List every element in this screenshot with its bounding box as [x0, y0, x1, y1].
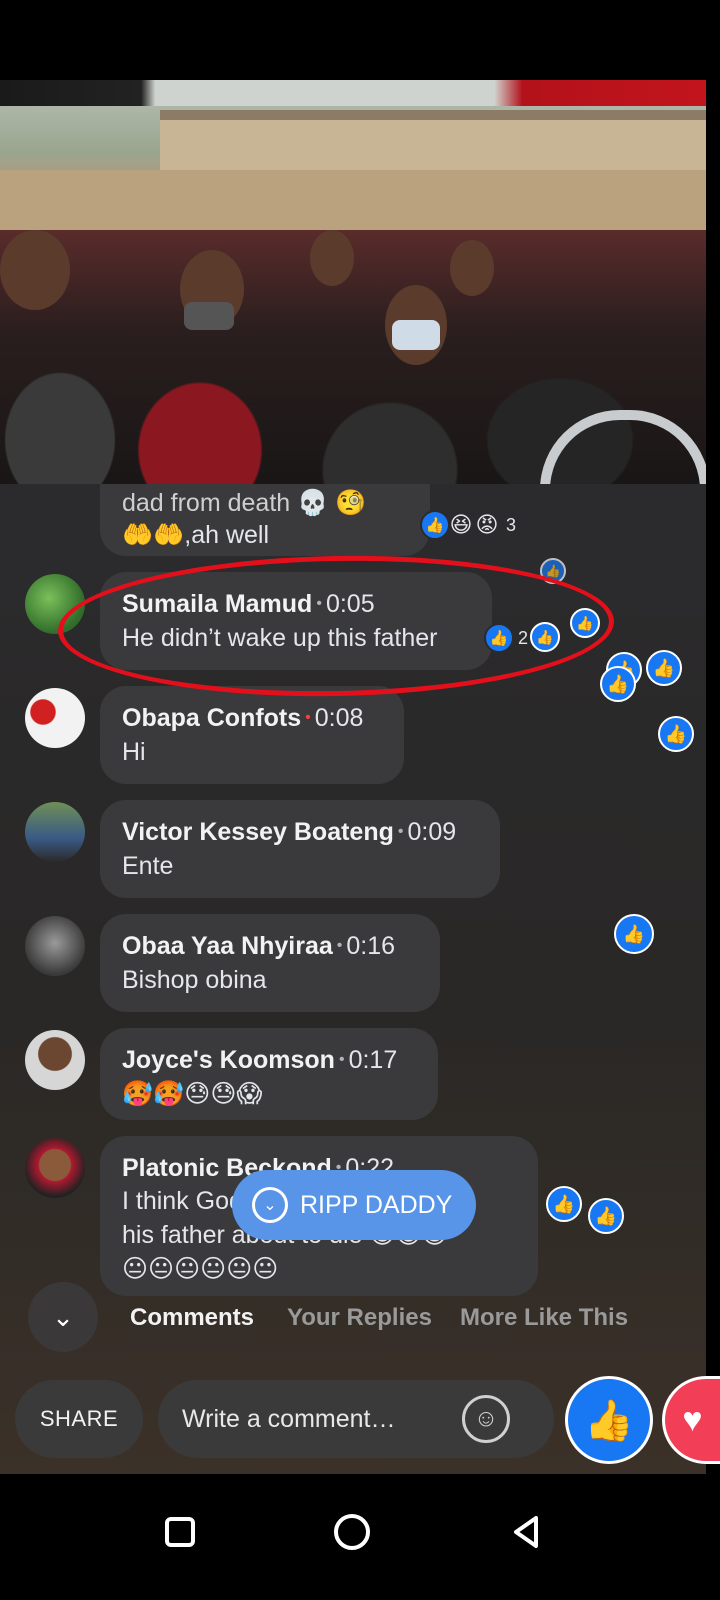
- comment-text: dad from death 💀 🧐: [122, 489, 367, 517]
- avatar[interactable]: [25, 802, 85, 862]
- reaction-summary[interactable]: 👍 2: [484, 622, 528, 654]
- floating-like-icon: 👍: [588, 1198, 624, 1234]
- comment-text: Hi: [122, 738, 146, 766]
- chevron-down-icon: ⌄: [52, 1301, 74, 1332]
- separator-dot: •: [316, 595, 322, 612]
- separator-dot: •: [338, 1051, 345, 1068]
- recents-icon[interactable]: [150, 1502, 210, 1562]
- floating-like-icon: 👍: [546, 1186, 582, 1222]
- separator-dot: •: [305, 709, 311, 726]
- face-mask: [392, 320, 440, 350]
- avatar[interactable]: [25, 1138, 85, 1198]
- comment-bubble[interactable]: Joyce's Koomson • 0:17 🥵🥵😓😓😱: [100, 1028, 438, 1120]
- bottom-action-bar: SHARE ☺ 👍: [0, 1376, 706, 1464]
- floating-like-icon: 👍: [614, 914, 654, 954]
- tab-more-like-this[interactable]: More Like This: [460, 1304, 628, 1332]
- comment-bubble[interactable]: Victor Kessey Boateng • 0:09 Ente: [100, 800, 500, 898]
- person-head: [450, 240, 494, 296]
- comment-author[interactable]: Victor Kessey Boateng: [122, 818, 394, 846]
- avatar[interactable]: [25, 574, 85, 634]
- pill-label: RIPP DADDY: [300, 1190, 453, 1219]
- reaction-summary[interactable]: 👍 😆 😡 3: [420, 509, 516, 541]
- home-icon[interactable]: [322, 1502, 382, 1562]
- comment-time[interactable]: 0:17: [349, 1046, 398, 1074]
- comment-bubble[interactable]: dad from death 💀 🧐 🤲🤲,ah well: [100, 484, 430, 556]
- side-strip: [706, 80, 720, 1474]
- person-head: [0, 230, 70, 310]
- face-mask: [184, 302, 234, 330]
- like-button[interactable]: 👍: [565, 1376, 653, 1464]
- new-comments-pill[interactable]: ⌄ RIPP DADDY: [232, 1170, 476, 1240]
- comment-text: He didn’t wake up this father: [122, 624, 438, 652]
- floating-like-icon: 👍: [600, 666, 636, 702]
- floating-like-icon: 👍: [530, 622, 560, 652]
- school-building: [160, 110, 706, 170]
- status-bar: [0, 0, 720, 80]
- comment-text: Ente: [122, 852, 174, 880]
- comment-author[interactable]: Joyce's Koomson: [122, 1046, 335, 1074]
- comment-time[interactable]: 0:05: [326, 590, 375, 618]
- collapse-comments-button[interactable]: ⌄: [28, 1282, 98, 1352]
- comment-text: 😐😐😐😐😐😐: [122, 1255, 279, 1283]
- floating-like-icon: 👍: [570, 608, 600, 638]
- separator-dot: •: [397, 823, 404, 840]
- avatar[interactable]: [25, 688, 85, 748]
- comment-bubble[interactable]: Sumaila Mamud • 0:05 He didn’t wake up thi…: [100, 572, 492, 670]
- comment-bubble[interactable]: Obaa Yaa Nhyiraa • 0:16 Bishop obina: [100, 914, 440, 1012]
- avatar[interactable]: [25, 916, 85, 976]
- back-icon[interactable]: [496, 1502, 556, 1562]
- tent-canopy: [0, 80, 706, 106]
- comment-time[interactable]: 0:08: [315, 704, 364, 732]
- navigation-bar: [0, 1474, 720, 1600]
- like-icon: 👍: [584, 1398, 634, 1443]
- comment-bubble[interactable]: Obapa Confots • 0:08 Hi: [100, 686, 404, 784]
- comment-author[interactable]: Sumaila Mamud: [122, 590, 312, 618]
- comment-time[interactable]: 0:16: [346, 932, 395, 960]
- reaction-count: 3: [506, 514, 517, 535]
- angry-icon: 😡: [475, 512, 499, 537]
- comment-text: 🥵🥵😓😓😱: [122, 1080, 263, 1108]
- comments-panel[interactable]: dad from death 💀 🧐 🤲🤲,ah well 👍 😆 😡 3 Su…: [0, 484, 706, 1474]
- comment-text: Bishop obina: [122, 966, 267, 994]
- floating-like-icon: 👍: [658, 716, 694, 752]
- live-video[interactable]: [0, 80, 706, 484]
- heart-icon: ♥: [682, 1400, 703, 1439]
- person-head: [310, 230, 354, 286]
- avatar[interactable]: [25, 1030, 85, 1090]
- reaction-count: 2: [518, 627, 529, 648]
- tab-your-replies[interactable]: Your Replies: [287, 1304, 432, 1332]
- share-button[interactable]: SHARE: [15, 1380, 143, 1458]
- like-icon: 👍: [484, 623, 514, 653]
- comment-author[interactable]: Obapa Confots: [122, 704, 301, 732]
- comment-tabs: ⌄ Comments Your Replies More Like This: [0, 1282, 706, 1354]
- tab-comments[interactable]: Comments: [130, 1304, 254, 1332]
- chevron-down-icon: ⌄: [252, 1187, 288, 1223]
- comment-author[interactable]: Obaa Yaa Nhyiraa: [122, 932, 333, 960]
- comment-time[interactable]: 0:09: [407, 818, 456, 846]
- separator-dot: •: [336, 937, 343, 954]
- emoji-icon[interactable]: ☺: [462, 1395, 510, 1443]
- floating-like-icon: 👍: [540, 558, 566, 584]
- floating-like-icon: 👍: [646, 650, 682, 686]
- comment-text: 🤲🤲,ah well: [122, 521, 270, 549]
